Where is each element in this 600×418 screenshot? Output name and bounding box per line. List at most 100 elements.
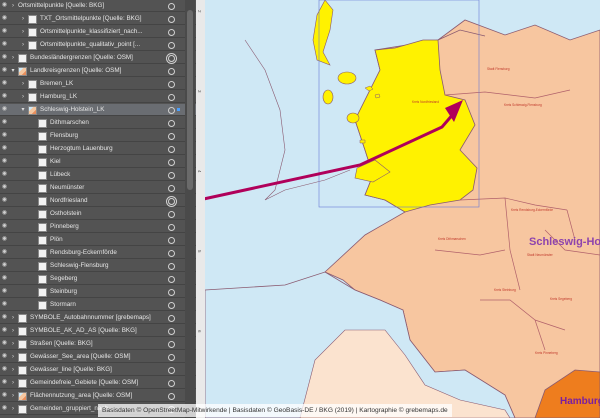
visibility-toggle-icon[interactable]: ◉ [1, 391, 8, 400]
visibility-toggle-icon[interactable]: ◉ [1, 352, 8, 361]
target-circle-icon[interactable] [168, 263, 175, 270]
expand-chevron-right-icon[interactable]: › [20, 39, 26, 51]
visibility-toggle-icon[interactable]: ◉ [1, 326, 8, 335]
target-circle-icon[interactable] [168, 159, 175, 166]
target-circle-icon[interactable] [168, 146, 175, 153]
target-circle-icon[interactable] [168, 211, 175, 218]
expand-chevron-right-icon[interactable]: › [20, 78, 26, 90]
expand-chevron-right-icon[interactable]: › [10, 377, 16, 389]
target-circle-icon[interactable] [168, 237, 175, 244]
target-circle-icon[interactable] [168, 393, 175, 400]
target-circle-icon[interactable] [168, 94, 175, 101]
target-circle-icon[interactable] [168, 3, 175, 10]
layer-row[interactable]: ◉ Ostholstein [0, 208, 196, 220]
target-circle-icon[interactable] [168, 224, 175, 231]
layer-row[interactable]: ◉ Rendsburg-Eckernförde [0, 247, 196, 259]
visibility-toggle-icon[interactable]: ◉ [1, 40, 8, 49]
target-circle-icon[interactable] [168, 276, 175, 283]
layer-row[interactable]: ◉ › Straßen [Quelle: BKG] [0, 338, 196, 350]
target-circle-icon[interactable] [168, 302, 175, 309]
target-circle-icon[interactable] [168, 68, 175, 75]
expand-chevron-right-icon[interactable]: › [10, 52, 16, 64]
layer-row[interactable]: ◉ Nordfriesland [0, 195, 196, 207]
target-circle-icon[interactable] [168, 81, 175, 88]
layer-row[interactable]: ◉ › Gewässer_line [Quelle: BKG] [0, 364, 196, 376]
target-circle-icon[interactable] [168, 185, 175, 192]
expand-chevron-right-icon[interactable]: › [10, 351, 16, 363]
layer-row[interactable]: ◉ ▾ Landkreisgrenzen [Quelle: OSM] [0, 65, 196, 77]
visibility-toggle-icon[interactable]: ◉ [1, 1, 8, 10]
target-circle-icon[interactable] [168, 315, 175, 322]
visibility-toggle-icon[interactable]: ◉ [1, 170, 8, 179]
target-circle-icon[interactable] [168, 120, 175, 127]
visibility-toggle-icon[interactable]: ◉ [1, 339, 8, 348]
layer-row[interactable]: ◉ › Bremen_LK [0, 78, 196, 90]
visibility-toggle-icon[interactable]: ◉ [1, 66, 8, 75]
layer-row[interactable]: ◉ › SYMBOLE_Autobahnnummer [grebemaps] [0, 312, 196, 324]
layers-scrollbar-thumb[interactable] [187, 10, 193, 190]
visibility-toggle-icon[interactable]: ◉ [1, 157, 8, 166]
target-circle-icon[interactable] [168, 328, 175, 335]
visibility-toggle-icon[interactable]: ◉ [1, 300, 8, 309]
layer-row[interactable]: ◉ › Gemeindefreie_Gebiete [Quelle: OSM] [0, 377, 196, 389]
expand-chevron-right-icon[interactable]: › [20, 13, 26, 25]
layer-row[interactable]: ◉ Steinburg [0, 286, 196, 298]
layer-row[interactable]: ◉ › Bundesländergrenzen [Quelle: OSM] [0, 52, 196, 64]
layer-row[interactable]: ◉ › Ortsmittelpunkte_klassifiziert_nach... [0, 26, 196, 38]
target-circle-icon[interactable] [168, 16, 175, 23]
expand-chevron-right-icon[interactable]: › [10, 403, 16, 415]
visibility-toggle-icon[interactable]: ◉ [1, 105, 8, 114]
layer-row[interactable]: ◉ Dithmarschen [0, 117, 196, 129]
visibility-toggle-icon[interactable]: ◉ [1, 378, 8, 387]
layer-row[interactable]: ◉ › Gewässer_See_area [Quelle: OSM] [0, 351, 196, 363]
visibility-toggle-icon[interactable]: ◉ [1, 92, 8, 101]
visibility-toggle-icon[interactable]: ◉ [1, 196, 8, 205]
target-circle-icon[interactable] [168, 107, 175, 114]
layer-row[interactable]: ◉ Plön [0, 234, 196, 246]
visibility-toggle-icon[interactable]: ◉ [1, 27, 8, 36]
layer-row[interactable]: ◉ Pinneberg [0, 221, 196, 233]
target-circle-icon[interactable] [168, 341, 175, 348]
target-circle-icon[interactable] [168, 42, 175, 49]
layer-row[interactable]: ◉ › Flächennutzung_area [Quelle: OSM] [0, 390, 196, 402]
expand-chevron-right-icon[interactable]: › [10, 0, 16, 12]
layer-row[interactable]: ◉ Flensburg [0, 130, 196, 142]
visibility-toggle-icon[interactable]: ◉ [1, 79, 8, 88]
visibility-toggle-icon[interactable]: ◉ [1, 248, 8, 257]
layer-row[interactable]: ◉ Segeberg [0, 273, 196, 285]
expand-chevron-right-icon[interactable]: › [10, 338, 16, 350]
target-circle-icon[interactable] [168, 250, 175, 257]
expand-chevron-down-icon[interactable]: ▾ [10, 65, 16, 77]
layer-row[interactable]: ◉ Neumünster [0, 182, 196, 194]
layer-row[interactable]: ◉ › SYMBOLE_AK_AD_AS [Quelle: BKG] [0, 325, 196, 337]
visibility-toggle-icon[interactable]: ◉ [1, 313, 8, 322]
visibility-toggle-icon[interactable]: ◉ [1, 131, 8, 140]
layer-row[interactable]: ◉ Stormarn [0, 299, 196, 311]
visibility-toggle-icon[interactable]: ◉ [1, 287, 8, 296]
visibility-toggle-icon[interactable]: ◉ [1, 261, 8, 270]
layer-row[interactable]: ◉ › TXT_Ortsmittelpunkte [Quelle: BKG] [0, 13, 196, 25]
layer-row[interactable]: ◉ › Ortsmittelpunkte [Quelle: BKG] [0, 0, 196, 12]
layer-row[interactable]: ◉ Kiel [0, 156, 196, 168]
target-circle-icon[interactable] [168, 198, 175, 205]
target-circle-icon[interactable] [168, 354, 175, 361]
target-circle-icon[interactable] [168, 133, 175, 140]
layer-row[interactable]: ◉ › Hamburg_LK [0, 91, 196, 103]
expand-chevron-down-icon[interactable]: ▾ [20, 104, 26, 116]
target-circle-icon[interactable] [168, 55, 175, 62]
visibility-toggle-icon[interactable]: ◉ [1, 53, 8, 62]
layer-row[interactable]: ◉ › Ortsmittelpunkte_qualitativ_point [... [0, 39, 196, 51]
visibility-toggle-icon[interactable]: ◉ [1, 14, 8, 23]
layer-row[interactable]: ◉ Schleswig-Flensburg [0, 260, 196, 272]
visibility-toggle-icon[interactable]: ◉ [1, 144, 8, 153]
visibility-toggle-icon[interactable]: ◉ [1, 404, 8, 413]
layer-row[interactable]: ◉ ▾ Schleswig-Holstein_LK [0, 104, 196, 116]
expand-chevron-right-icon[interactable]: › [20, 26, 26, 38]
expand-chevron-right-icon[interactable]: › [10, 390, 16, 402]
visibility-toggle-icon[interactable]: ◉ [1, 274, 8, 283]
expand-chevron-right-icon[interactable]: › [10, 325, 16, 337]
layer-row[interactable]: ◉ Herzogtum Lauenburg [0, 143, 196, 155]
target-circle-icon[interactable] [168, 367, 175, 374]
target-circle-icon[interactable] [168, 29, 175, 36]
visibility-toggle-icon[interactable]: ◉ [1, 222, 8, 231]
